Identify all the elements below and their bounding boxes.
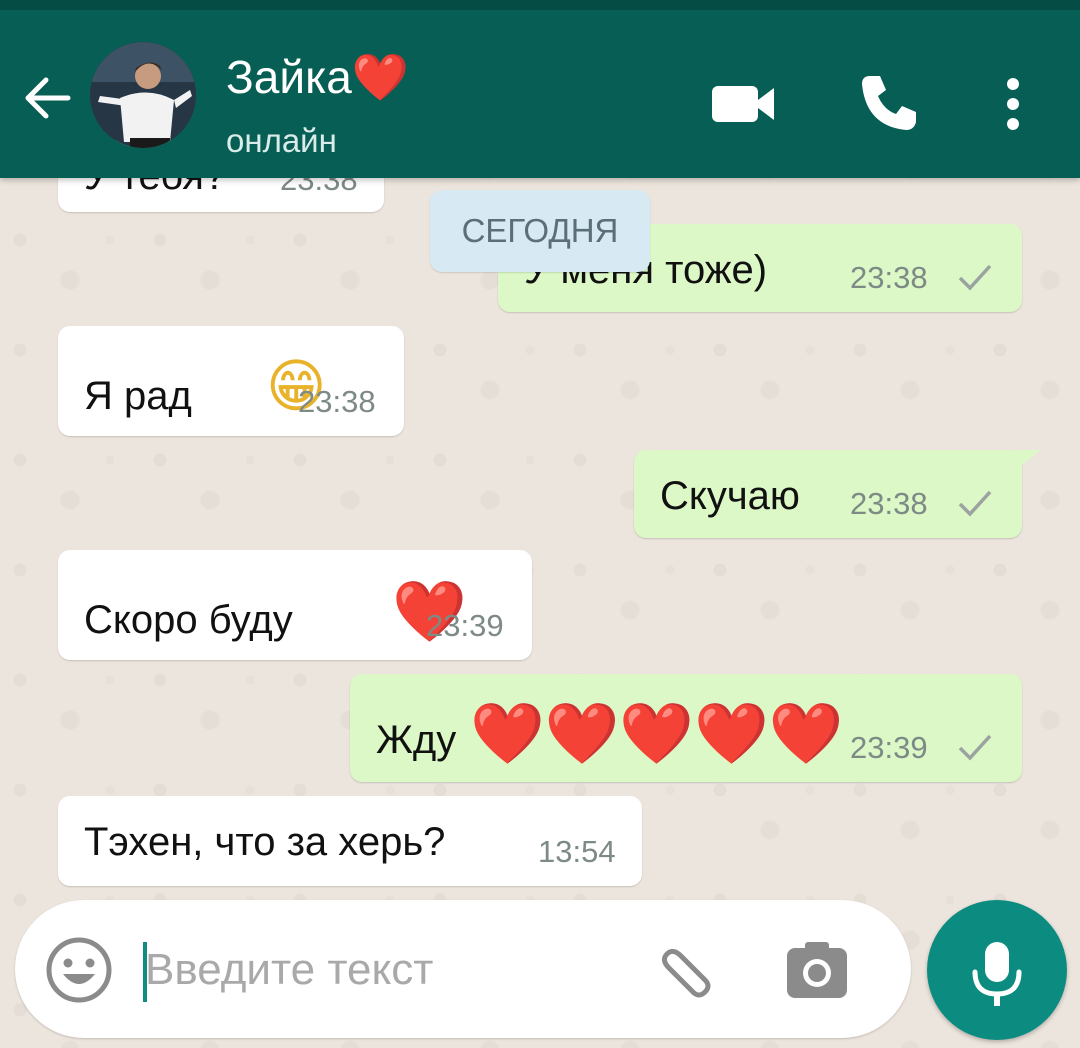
- camera-icon[interactable]: [785, 940, 849, 1000]
- videocam-icon[interactable]: [708, 76, 780, 132]
- sent-check-icon: [958, 734, 992, 761]
- paperclip-icon[interactable]: [655, 936, 721, 1002]
- message-text: Скучаю: [660, 474, 800, 518]
- message-outgoing[interactable]: Жду ❤️❤️❤️❤️❤️ 23:39: [350, 674, 1022, 782]
- message-time: 23:39: [426, 608, 504, 643]
- mic-icon: [972, 942, 1022, 1006]
- message-incoming[interactable]: Скоро буду ❤️ 23:39: [58, 550, 532, 660]
- message-composer: [15, 900, 911, 1038]
- bubble-tail: [1014, 450, 1040, 472]
- message-time: 23:38: [850, 486, 928, 521]
- message-text: Скоро буду: [84, 598, 293, 642]
- message-time: 23:39: [850, 730, 928, 765]
- back-arrow-icon[interactable]: [18, 68, 78, 128]
- contact-name-text: Зайка: [226, 51, 352, 103]
- message-outgoing[interactable]: Скучаю 23:38: [634, 450, 1040, 538]
- message-text: Жду: [376, 718, 457, 762]
- message-incoming[interactable]: Я рад 😁 23:38: [58, 326, 404, 436]
- emoji-icon[interactable]: [45, 936, 113, 1004]
- contact-name[interactable]: Зайка❤️: [226, 50, 409, 105]
- message-incoming[interactable]: Тэхен, что за херь? 13:54: [58, 796, 642, 886]
- phone-icon[interactable]: [856, 70, 922, 136]
- avatar[interactable]: [90, 42, 196, 148]
- heart-emoji: ❤️: [351, 50, 410, 104]
- contact-status: онлайн: [226, 122, 337, 159]
- chat-header: Зайка❤️ онлайн: [0, 0, 1080, 178]
- message-input[interactable]: [145, 938, 625, 1002]
- sent-check-icon: [958, 490, 992, 517]
- sent-check-icon: [958, 264, 992, 291]
- message-time: 23:38: [298, 384, 376, 419]
- message-time: 23:38: [850, 260, 928, 295]
- hearts-emoji: ❤️❤️❤️❤️❤️: [470, 699, 844, 769]
- message-time: 13:54: [538, 834, 616, 869]
- date-separator: СЕГОДНЯ: [430, 190, 650, 272]
- message-text: Я рад: [84, 374, 192, 418]
- mic-button[interactable]: [927, 900, 1067, 1040]
- message-text: Тэхен, что за херь?: [84, 820, 446, 864]
- avatar-photo: [90, 42, 196, 148]
- more-vert-icon[interactable]: [992, 74, 1034, 134]
